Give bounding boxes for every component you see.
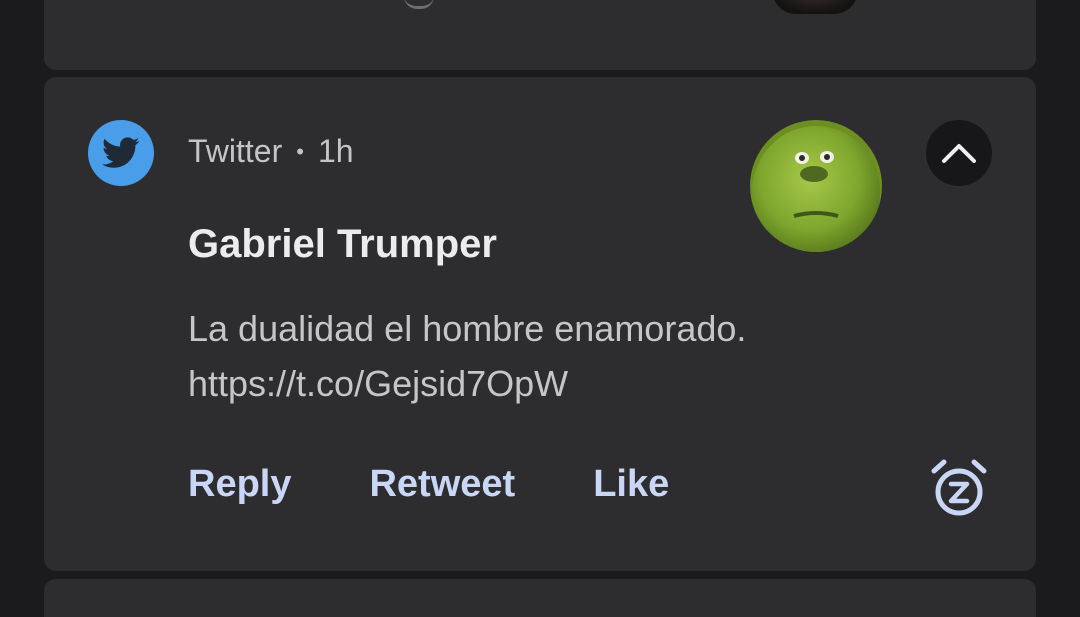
retweet-button[interactable]: Retweet — [369, 463, 515, 506]
twitter-bird-glyph — [102, 137, 140, 168]
like-button[interactable]: Like — [593, 463, 669, 506]
previous-notification-text-fragment — [404, 0, 434, 9]
avatar-image — [750, 120, 882, 252]
previous-notification-card[interactable] — [44, 0, 1036, 70]
app-name: Twitter — [188, 133, 283, 169]
snooze-alarm-icon — [931, 459, 987, 516]
collapse-button[interactable] — [926, 120, 992, 186]
chevron-up-icon — [942, 144, 976, 163]
notification-time: 1h — [317, 133, 354, 169]
notification-actions: Reply Retweet Like — [188, 463, 747, 506]
previous-notification-avatar — [772, 0, 858, 14]
message-link: https://t.co/Gejsid7OpW — [188, 363, 569, 404]
sender-avatar — [750, 120, 882, 252]
header-separator: • — [296, 138, 304, 164]
reply-button[interactable]: Reply — [188, 463, 291, 506]
snooze-button[interactable] — [928, 457, 990, 519]
next-notification-card[interactable] — [44, 579, 1036, 617]
notification-header: Twitter • 1h — [188, 133, 354, 170]
notification-message: La dualidad el hombre enamorado. https:/… — [188, 301, 788, 411]
notification-shade: Twitter • 1h Gabriel Trumper La dualidad… — [0, 0, 1080, 617]
twitter-bird-icon — [88, 120, 154, 186]
twitter-notification-card[interactable]: Twitter • 1h Gabriel Trumper La dualidad… — [44, 77, 1036, 571]
notification-title: Gabriel Trumper — [188, 222, 497, 266]
message-text: La dualidad el hombre enamorado. — [188, 308, 747, 349]
